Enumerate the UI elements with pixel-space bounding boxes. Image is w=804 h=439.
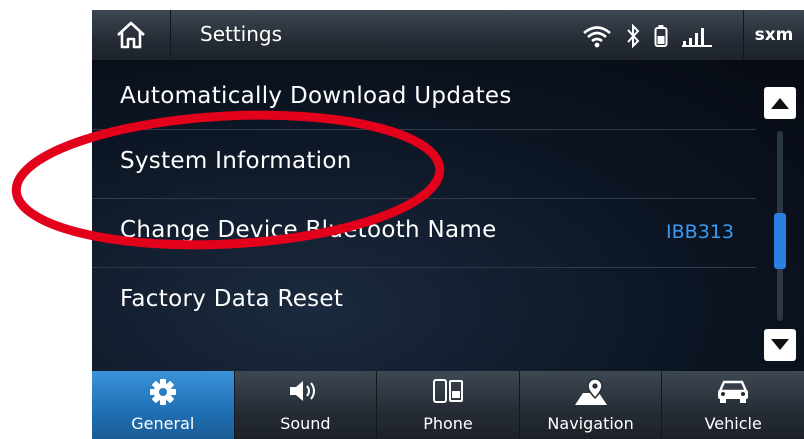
tab-phone[interactable]: Phone <box>377 371 520 439</box>
status-icons <box>582 20 712 52</box>
gear-icon <box>149 379 176 405</box>
tab-label: Sound <box>280 414 331 433</box>
bottom-tab-bar: General Sound Phone Navigation Vehicle <box>92 371 804 439</box>
settings-list: Automatically Download Updates System In… <box>92 71 756 336</box>
list-item-label: Change Device Bluetooth Name <box>120 217 497 243</box>
battery-icon <box>654 25 668 47</box>
page-title: Settings <box>200 22 283 46</box>
status-bar: Settings sxm <box>92 10 804 61</box>
map-pin-icon <box>574 378 607 405</box>
list-item-factory-reset[interactable]: Factory Data Reset <box>92 268 756 336</box>
bluetooth-icon <box>627 23 640 49</box>
infotainment-screen: Settings sxm Automatically Download Upda… <box>92 10 804 439</box>
list-item-auto-download-updates[interactable]: Automatically Download Updates <box>92 71 756 130</box>
triangle-down-icon <box>771 339 789 350</box>
tab-general[interactable]: General <box>92 371 235 439</box>
home-icon <box>117 21 145 49</box>
sxm-button[interactable]: sxm <box>743 10 804 60</box>
tab-label: General <box>131 414 195 433</box>
scroll-up-button[interactable] <box>764 87 796 119</box>
speaker-icon <box>290 381 316 401</box>
scroll-thumb[interactable] <box>774 213 786 269</box>
wifi-icon <box>583 26 611 48</box>
tab-vehicle[interactable]: Vehicle <box>662 371 804 439</box>
list-item-label: Factory Data Reset <box>120 286 344 312</box>
tab-label: Navigation <box>547 414 634 433</box>
settings-list-area: Automatically Download Updates System In… <box>92 61 804 371</box>
tab-label: Vehicle <box>704 414 762 433</box>
scroll-down-button[interactable] <box>764 329 796 361</box>
tab-navigation[interactable]: Navigation <box>520 371 663 439</box>
list-item-label: Automatically Download Updates <box>120 83 512 109</box>
list-item-system-information[interactable]: System Information <box>92 130 756 199</box>
tab-sound[interactable]: Sound <box>235 371 378 439</box>
list-item-label: System Information <box>120 148 352 174</box>
signal-icon <box>682 28 712 47</box>
bluetooth-name-value: IBB313 <box>666 221 734 243</box>
triangle-up-icon <box>771 98 789 109</box>
car-icon <box>718 380 749 403</box>
tab-label: Phone <box>423 414 473 433</box>
phone-icon <box>432 379 463 403</box>
scrollbar[interactable] <box>760 71 804 371</box>
list-item-bluetooth-name[interactable]: Change Device Bluetooth Name IBB313 <box>92 199 756 268</box>
home-button[interactable] <box>92 10 171 60</box>
